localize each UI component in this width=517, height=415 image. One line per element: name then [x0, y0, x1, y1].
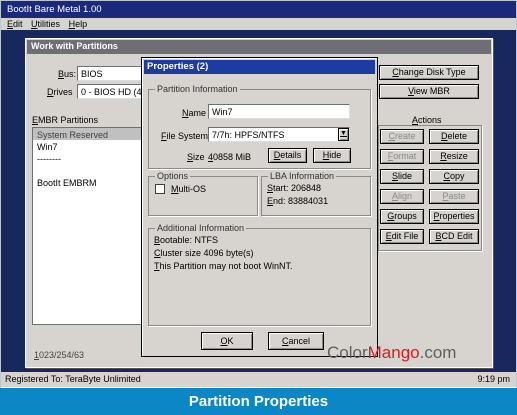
list-item[interactable]: Win7: [33, 140, 141, 152]
name-label: Name: [182, 108, 207, 118]
watermark-com: .com: [419, 343, 457, 362]
multi-os-label: Multi-OS: [171, 184, 207, 194]
bootable-line: Bootable: NTFS: [154, 235, 219, 245]
lba-end: End: 83884031: [267, 196, 329, 206]
file-system-label: File System: [161, 131, 209, 141]
bcd-edit-button[interactable]: BCD Edit: [429, 229, 479, 244]
change-disk-type-button[interactable]: Change Disk Type: [379, 65, 479, 80]
copy-button[interactable]: Copy: [429, 169, 479, 184]
caption-banner: Partition Properties: [0, 388, 517, 415]
registered-to: Registered To: TeraByte Unlimited: [5, 374, 141, 384]
groups-button[interactable]: Groups: [380, 209, 424, 224]
embr-partitions-label: EMBR Partitions: [32, 115, 99, 125]
chevron-down-icon[interactable]: ▼: [338, 128, 349, 141]
cancel-button[interactable]: Cancel: [268, 332, 324, 350]
create-button[interactable]: Create: [380, 129, 424, 144]
list-item[interactable]: [33, 164, 141, 176]
format-button[interactable]: Format: [380, 149, 424, 164]
list-item[interactable]: System Reserved: [33, 128, 141, 140]
actions-label: Actions: [412, 115, 442, 125]
multi-os-checkbox[interactable]: [155, 184, 165, 194]
menu-edit[interactable]: Edit: [7, 18, 23, 30]
align-button[interactable]: Align: [380, 189, 424, 204]
colormango-watermark: ColorMango.com: [327, 340, 477, 365]
drives-label: Drives: [47, 87, 73, 97]
menu-utilities[interactable]: Utilities: [31, 18, 60, 30]
properties-dialog: Properties (2) Partition Information Nam…: [141, 57, 378, 357]
file-system-select[interactable]: 7/7h: HPFS/NTFS: [208, 127, 350, 142]
bus-label: Bus:: [58, 69, 77, 79]
lba-information-label: LBA Information: [268, 171, 337, 181]
menu-help[interactable]: Help: [69, 18, 88, 30]
lba-start: Start: 206848: [267, 183, 322, 193]
app-title-bar: BootIt Bare Metal 1.00: [1, 1, 516, 18]
details-button[interactable]: Details: [268, 148, 307, 163]
watermark-color: Color: [327, 343, 368, 362]
view-mbr-button[interactable]: View MBR: [379, 84, 479, 99]
additional-information-label: Additional Information: [155, 223, 247, 233]
name-input[interactable]: Win7: [208, 104, 350, 119]
properties-button[interactable]: Properties: [429, 209, 479, 224]
options-group: Options: [148, 171, 258, 216]
list-item[interactable]: --------: [33, 152, 141, 164]
dialog-title: Properties (2): [144, 60, 375, 74]
bus-select[interactable]: BIOS: [77, 66, 143, 81]
delete-button[interactable]: Delete: [429, 129, 479, 144]
drives-select[interactable]: 0 - BIOS HD (4: [77, 84, 143, 99]
size-value: 40858 MiB: [208, 152, 252, 162]
slide-button[interactable]: Slide: [380, 169, 424, 184]
cluster-size-line: Cluster size 4096 byte(s): [154, 248, 254, 258]
clock: 9:19 pm: [477, 374, 510, 384]
list-item[interactable]: BootIt EMBRM: [33, 176, 141, 188]
partition-information-label: Partition Information: [155, 84, 240, 94]
ok-button[interactable]: OK: [201, 332, 253, 350]
options-label: Options: [155, 171, 191, 181]
status-bar: Registered To: TeraByte Unlimited 9:19 p…: [1, 372, 516, 387]
menu-bar: Edit Utilities Help: [1, 18, 516, 30]
paste-button[interactable]: Paste: [429, 189, 479, 204]
boot-warning-line: This Partition may not boot WinNT.: [154, 261, 293, 271]
resize-button[interactable]: Resize: [429, 149, 479, 164]
disk-geometry: 1023/254/63: [34, 350, 85, 360]
watermark-mango: Mango: [367, 343, 420, 362]
hide-button[interactable]: Hide: [313, 148, 351, 163]
window-title: Work with Partitions: [27, 40, 491, 54]
edit-file-button[interactable]: Edit File: [380, 229, 424, 244]
size-label: Size: [187, 152, 205, 162]
partition-list: System Reserved Win7 -------- BootIt EMB…: [32, 127, 142, 325]
